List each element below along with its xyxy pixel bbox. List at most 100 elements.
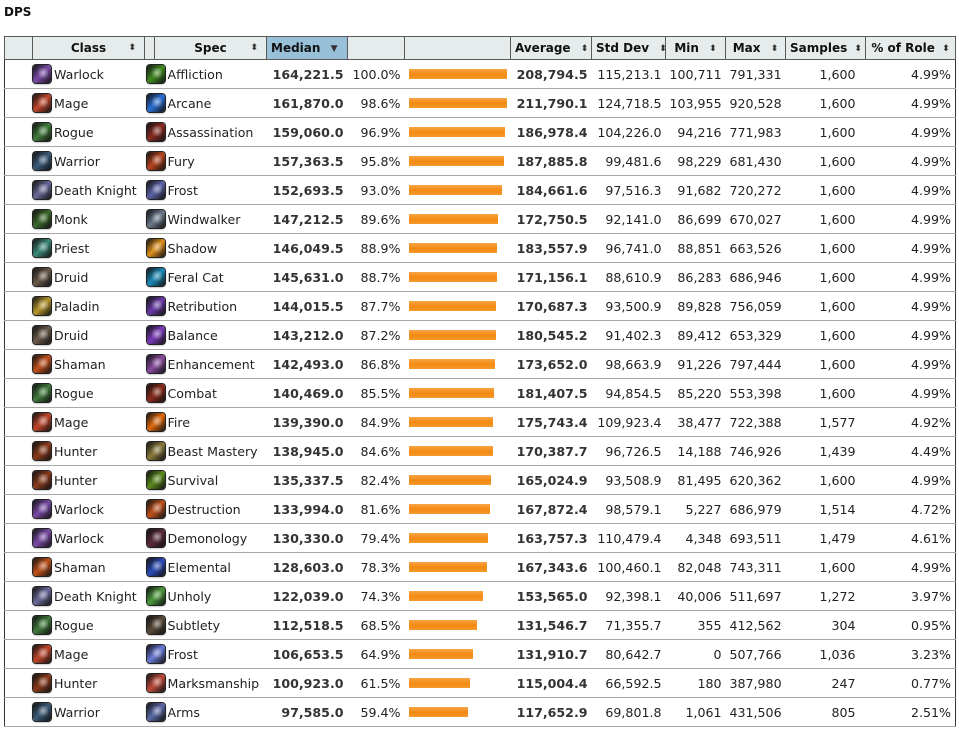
max-value: 693,511 [725,523,786,553]
dps-stats-table: Class ⬍ Spec ⬍ Median ▼ Average ⬍ Std De… [4,36,956,727]
role-percent-value: 4.61% [865,523,956,553]
table-row[interactable]: Warrior Arms 97,585.0 59.4% 117,652.9 69… [4,697,956,727]
spec-cell: Windwalker [144,204,267,234]
bar-cell [404,146,511,176]
class-cell: Hunter [4,436,145,466]
average-value: 186,978.4 [510,117,592,147]
spec-name: Fire [167,414,190,430]
samples-value: 1,600 [785,233,866,263]
min-value: 38,477 [665,407,726,437]
percent-of-top: 61.5% [347,668,405,698]
hunter-icon [33,471,51,489]
survival-icon [146,471,165,489]
arcane-icon [146,94,165,112]
spec-cell: Beast Mastery [144,436,267,466]
stddev-value: 94,854.5 [591,378,666,408]
percent-of-top: 95.8% [347,146,405,176]
header-stddev[interactable]: Std Dev ⬍ [591,36,667,60]
spec-cell: Combat [144,378,267,408]
dps-bar [408,562,487,572]
min-value: 89,828 [665,291,726,321]
table-row[interactable]: Hunter Survival 135,337.5 82.4% 165,024.… [4,465,956,495]
class-cell: Paladin [4,291,145,321]
header-class-label: Class [70,41,107,55]
header-max[interactable]: Max ⬍ [725,36,786,60]
min-value: 94,216 [665,117,726,147]
spec-cell: Survival [144,465,267,495]
table-row[interactable]: Druid Balance 143,212.0 87.2% 180,545.2 … [4,320,956,350]
table-row[interactable]: Druid Feral Cat 145,631.0 88.7% 171,156.… [4,262,956,292]
role-percent-value: 4.49% [865,436,956,466]
rogue-icon [33,616,51,634]
hunter-icon [33,674,51,692]
percent-of-top: 84.6% [347,436,405,466]
header-min[interactable]: Min ⬍ [665,36,726,60]
class-name: Hunter [54,443,98,459]
spec-name: Elemental [167,559,231,575]
role-percent-value: 4.99% [865,349,956,379]
max-value: 771,983 [725,117,786,147]
max-value: 686,946 [725,262,786,292]
min-value: 0 [665,639,726,669]
average-value: 187,885.8 [510,146,592,176]
percent-of-top: 89.6% [347,204,405,234]
header-samples[interactable]: Samples ⬍ [785,36,866,60]
table-row[interactable]: Mage Frost 106,653.5 64.9% 131,910.7 80,… [4,639,956,669]
max-value: 920,528 [725,88,786,118]
table-row[interactable]: Hunter Marksmanship 100,923.0 61.5% 115,… [4,668,956,698]
spec-cell: Fire [144,407,267,437]
class-cell: Rogue [4,378,145,408]
header-spec[interactable]: Spec ⬍ [154,36,267,60]
bar-cell [404,494,511,524]
table-row[interactable]: Rogue Subtlety 112,518.5 68.5% 131,546.7… [4,610,956,640]
min-value: 85,220 [665,378,726,408]
table-body: Warlock Affliction 164,221.5 100.0% 208,… [4,59,956,727]
class-name: Rogue [54,124,94,140]
bar-cell [404,262,511,292]
assassination-icon [146,123,165,141]
samples-value: 1,514 [785,494,866,524]
class-name: Mage [54,95,89,111]
header-percent-of-role[interactable]: % of Role ⬍ [865,36,956,60]
table-row[interactable]: Death Knight Unholy 122,039.0 74.3% 153,… [4,581,956,611]
bar-cell [404,349,511,379]
table-row[interactable]: Rogue Assassination 159,060.0 96.9% 186,… [4,117,956,147]
header-median[interactable]: Median ▼ [266,36,348,60]
table-row[interactable]: Shaman Elemental 128,603.0 78.3% 167,343… [4,552,956,582]
table-row[interactable]: Death Knight Frost 152,693.5 93.0% 184,6… [4,175,956,205]
max-value: 431,506 [725,697,786,727]
sort-icon: ⬍ [770,44,779,54]
dps-bar [408,388,494,398]
table-row[interactable]: Warrior Fury 157,363.5 95.8% 187,885.8 9… [4,146,956,176]
priest-icon [33,239,51,257]
median-value: 140,469.0 [266,378,348,408]
header-average-label: Average [515,41,571,55]
table-row[interactable]: Paladin Retribution 144,015.5 87.7% 170,… [4,291,956,321]
table-row[interactable]: Warlock Demonology 130,330.0 79.4% 163,7… [4,523,956,553]
table-row[interactable]: Rogue Combat 140,469.0 85.5% 181,407.5 9… [4,378,956,408]
sort-icon: ⬍ [250,43,258,53]
table-row[interactable]: Hunter Beast Mastery 138,945.0 84.6% 170… [4,436,956,466]
max-value: 620,362 [725,465,786,495]
table-row[interactable]: Priest Shadow 146,049.5 88.9% 183,557.9 … [4,233,956,263]
table-row[interactable]: Shaman Enhancement 142,493.0 86.8% 173,6… [4,349,956,379]
bar-cell [404,175,511,205]
percent-of-top: 100.0% [347,59,405,89]
median-value: 138,945.0 [266,436,348,466]
spec-name: Beast Mastery [167,443,258,459]
min-value: 86,283 [665,262,726,292]
table-row[interactable]: Warlock Affliction 164,221.5 100.0% 208,… [4,59,956,89]
median-value: 152,693.5 [266,175,348,205]
table-row[interactable]: Mage Arcane 161,870.0 98.6% 211,790.1 12… [4,88,956,118]
table-row[interactable]: Monk Windwalker 147,212.5 89.6% 172,750.… [4,204,956,234]
spec-cell: Assassination [144,117,267,147]
mage-icon [33,645,51,663]
header-average[interactable]: Average ⬍ [510,36,592,60]
table-row[interactable]: Mage Fire 139,390.0 84.9% 175,743.4 109,… [4,407,956,437]
min-value: 100,711 [665,59,726,89]
median-value: 145,631.0 [266,262,348,292]
class-name: Mage [54,646,89,662]
table-row[interactable]: Warlock Destruction 133,994.0 81.6% 167,… [4,494,956,524]
header-class[interactable]: Class ⬍ [32,36,145,60]
role-percent-value: 4.99% [865,291,956,321]
